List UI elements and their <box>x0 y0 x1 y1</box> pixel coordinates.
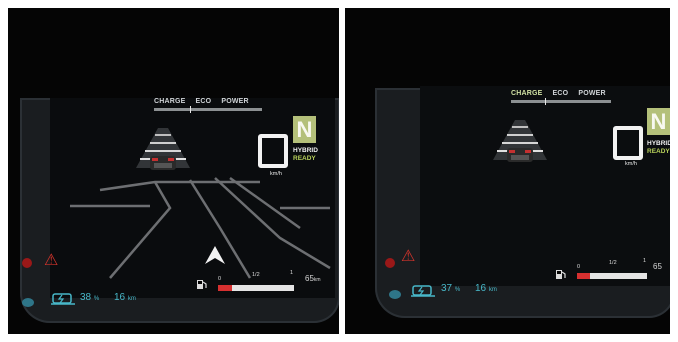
fuel-pump-icon <box>197 280 207 289</box>
left-dashboard-photo: CHARGE ECO POWER km/h N HYBRID READY ⚠ 3… <box>8 8 339 334</box>
ev-battery-icon <box>411 285 435 297</box>
speed-limit: 65 <box>653 262 662 271</box>
gear-indicator: N <box>647 108 670 135</box>
drive-mode-labels: CHARGE ECO POWER <box>511 90 606 97</box>
range-unit: km <box>488 287 497 293</box>
electric-range: 16 km <box>114 292 136 303</box>
ready-label: READY <box>293 155 316 162</box>
navigation-arrow-icon <box>205 246 225 264</box>
battery-value: 38 <box>80 292 92 303</box>
battery-value: 37 <box>441 283 453 294</box>
seatbelt-warning-icon: ⚠ <box>401 248 416 265</box>
right-dashboard-photo: CHARGE ECO POWER km/h N HYBRID READY ⚠ 3… <box>345 8 670 334</box>
fuel-half-label: 1/2 <box>609 260 617 266</box>
fuel-gauge <box>577 273 647 279</box>
hybrid-label: HYBRID <box>647 140 670 147</box>
blue-indicator-light <box>389 290 401 299</box>
mode-charge-label: CHARGE <box>154 98 186 105</box>
drive-mode-labels: CHARGE ECO POWER <box>154 98 249 105</box>
mode-eco-label: ECO <box>552 90 569 97</box>
seatbelt-warning-icon: ⚠ <box>44 252 59 269</box>
fuel-half-label: 1/2 <box>252 272 260 278</box>
power-meter-needle <box>190 106 191 113</box>
mode-eco-label: ECO <box>195 98 212 105</box>
fuel-zero-label: 0 <box>218 276 222 282</box>
red-indicator-light <box>22 258 32 268</box>
hybrid-label: HYBRID <box>293 147 318 154</box>
fuel-zero-label: 0 <box>577 264 581 270</box>
fuel-full-label: 1 <box>643 258 647 264</box>
fuel-full-label: 1 <box>290 270 294 276</box>
range-value: 16 <box>114 292 126 303</box>
hybrid-status: HYBRID READY <box>647 140 670 156</box>
fuel-gauge-fill <box>218 285 232 291</box>
ev-battery-icon <box>51 293 75 305</box>
fuel-gauge-fill <box>577 273 590 279</box>
power-meter-bar <box>154 106 262 113</box>
red-indicator-light <box>385 258 395 268</box>
gear-indicator: N <box>293 116 316 143</box>
power-meter-needle <box>545 98 546 105</box>
speed-limit-value: 65 <box>653 262 662 271</box>
battery-level: 38 % <box>80 292 99 303</box>
power-meter-bar <box>511 98 611 105</box>
speed-digit <box>258 134 288 168</box>
speed-limit-value: 65 <box>305 274 314 283</box>
electric-range: 16 km <box>475 283 497 294</box>
ready-label: READY <box>647 148 670 155</box>
range-value: 16 <box>475 283 487 294</box>
battery-unit: % <box>93 296 100 302</box>
battery-level: 37 % <box>441 283 460 294</box>
car-ahead-icon <box>507 148 533 162</box>
battery-unit: % <box>454 287 461 293</box>
adas-view <box>493 120 547 162</box>
speed-digit <box>613 126 643 160</box>
fuel-pump-icon <box>556 270 566 279</box>
speed-unit: km/h <box>625 161 637 167</box>
speed-limit-unit: km <box>313 277 321 283</box>
mode-power-label: POWER <box>221 98 249 105</box>
mode-charge-label: CHARGE <box>511 90 543 97</box>
speed-limit: 65km <box>305 274 321 283</box>
mode-power-label: POWER <box>578 90 606 97</box>
hybrid-status: HYBRID READY <box>293 147 318 163</box>
range-unit: km <box>127 296 136 302</box>
blue-indicator-light <box>22 298 34 307</box>
fuel-gauge <box>218 285 294 291</box>
